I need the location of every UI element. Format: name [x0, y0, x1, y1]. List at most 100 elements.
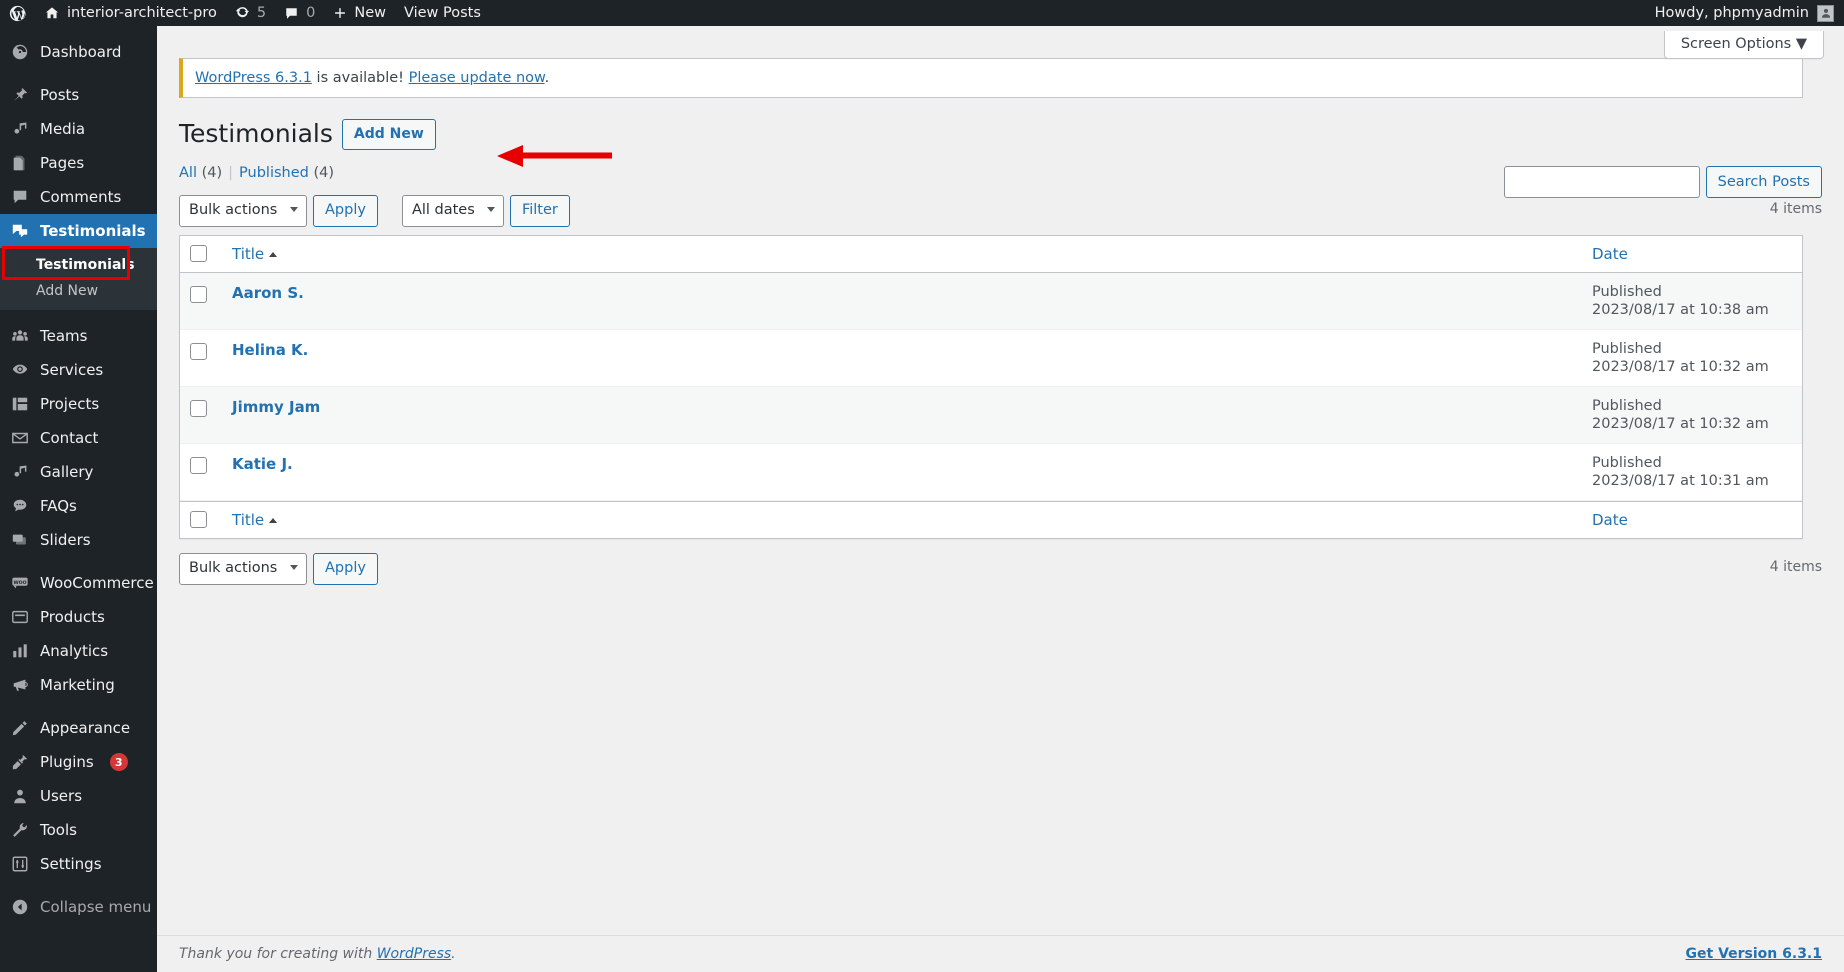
row-title-link[interactable]: Aaron S. — [232, 284, 304, 302]
filter-all-count: (4) — [201, 164, 223, 181]
sidebar-item-services[interactable]: Services — [0, 353, 157, 387]
column-footer-date[interactable]: Date — [1582, 500, 1802, 538]
marketing-icon — [10, 675, 30, 695]
column-header-title[interactable]: Title — [222, 235, 1582, 273]
sidebar-item-sliders[interactable]: Sliders — [0, 523, 157, 557]
sidebar-item-analytics[interactable]: Analytics — [0, 634, 157, 668]
search-input[interactable] — [1503, 166, 1700, 198]
comments-menu[interactable]: 0 — [275, 0, 324, 26]
sidebar-item-marketing[interactable]: Marketing — [0, 668, 157, 702]
sidebar-separator — [0, 881, 157, 890]
row-date-cell: Published 2023/08/17 at 10:31 am — [1582, 444, 1802, 501]
sidebar-item-appearance[interactable]: Appearance — [0, 711, 157, 745]
row-status: Published — [1592, 397, 1662, 414]
sidebar-item-media[interactable]: Media — [0, 112, 157, 146]
sort-date-link-top[interactable]: Date — [1592, 245, 1628, 263]
view-posts-label: View Posts — [404, 5, 481, 21]
media-icon — [10, 119, 30, 139]
select-all-checkbox-top[interactable] — [190, 245, 207, 262]
select-all-checkbox-bottom[interactable] — [190, 511, 207, 528]
account-menu[interactable]: Howdy, phpmyadmin — [1654, 4, 1844, 22]
screen-options-tab[interactable]: Screen Options ▼ — [1663, 31, 1824, 59]
wordpress-link[interactable]: WordPress — [377, 946, 451, 962]
sidebar-item-teams[interactable]: Teams — [0, 319, 157, 353]
bulk-actions-select-top[interactable]: Bulk actions — [179, 194, 307, 227]
bulk-actions-select-bottom[interactable]: Bulk actions — [179, 552, 307, 585]
collapse-menu-button[interactable]: Collapse menu — [0, 890, 157, 924]
wordpress-version-link[interactable]: WordPress 6.3.1 — [195, 70, 312, 86]
sidebar-item-label: Posts — [40, 86, 80, 104]
row-checkbox[interactable] — [190, 285, 207, 303]
row-title-cell: Katie J. — [222, 444, 1582, 501]
sidebar-item-contact[interactable]: Contact — [0, 421, 157, 455]
sort-title-link-top[interactable]: Title — [232, 245, 264, 263]
sidebar-item-tools[interactable]: Tools — [0, 813, 157, 847]
get-version-link[interactable]: Get Version 6.3.1 — [1686, 946, 1822, 962]
filter-all-label[interactable]: All — [179, 165, 197, 181]
sidebar-item-faqs[interactable]: FAQs — [0, 489, 157, 523]
sidebar-item-woocommerce[interactable]: WOO WooCommerce — [0, 566, 157, 600]
update-now-link[interactable]: Please update now — [409, 70, 545, 86]
sort-date-link-bottom[interactable]: Date — [1592, 511, 1628, 529]
row-date-cell: Published 2023/08/17 at 10:38 am — [1582, 272, 1802, 330]
row-checkbox[interactable] — [190, 342, 207, 360]
plus-icon — [333, 6, 347, 20]
annotation-arrow — [497, 145, 612, 167]
row-select-cell — [180, 386, 222, 444]
sidebar-item-label: Analytics — [40, 642, 109, 660]
sidebar-item-dashboard[interactable]: Dashboard — [0, 35, 157, 69]
filter-link-all[interactable]: All (4) — [179, 165, 222, 181]
filter-link-published[interactable]: Published (4) — [239, 165, 334, 181]
filter-published-label[interactable]: Published — [239, 165, 309, 181]
settings-icon — [10, 854, 30, 874]
new-content-menu[interactable]: New — [324, 0, 395, 26]
sidebar-item-label: Plugins — [40, 753, 94, 771]
wp-logo-menu[interactable] — [0, 0, 35, 26]
footer-version: Get Version 6.3.1 — [1686, 946, 1822, 962]
column-header-date[interactable]: Date — [1582, 235, 1802, 273]
sidebar-item-products[interactable]: Products — [0, 600, 157, 634]
sidebar-item-users[interactable]: Users — [0, 779, 157, 813]
woocommerce-icon: WOO — [10, 573, 30, 593]
howdy-label: Howdy, phpmyadmin — [1654, 5, 1809, 21]
row-title-link[interactable]: Katie J. — [232, 455, 293, 473]
sidebar-item-gallery[interactable]: Gallery — [0, 455, 157, 489]
row-title-link[interactable]: Jimmy Jam — [232, 398, 320, 416]
row-checkbox[interactable] — [190, 399, 207, 417]
sidebar-item-label: Pages — [40, 154, 85, 172]
admin-sidebar: Dashboard Posts Media Pages Comments Tes… — [0, 26, 165, 972]
table-row: Jimmy Jam Published 2023/08/17 at 10:32 … — [180, 386, 1802, 444]
submenu-item-testimonials[interactable]: Testimonials — [0, 252, 157, 278]
row-status: Published — [1592, 340, 1662, 357]
apply-button-top[interactable]: Apply — [313, 194, 378, 227]
select-all-footer — [180, 500, 222, 538]
submenu-item-add-new[interactable]: Add New — [0, 278, 157, 304]
sidebar-item-label: Projects — [40, 395, 100, 413]
table-row: Aaron S. Published 2023/08/17 at 10:38 a… — [180, 272, 1802, 330]
sidebar-item-label: Dashboard — [40, 43, 122, 61]
apply-button-bottom[interactable]: Apply — [313, 552, 378, 585]
sidebar-item-comments[interactable]: Comments — [0, 180, 157, 214]
row-title-link[interactable]: Helina K. — [232, 341, 308, 359]
filter-button[interactable]: Filter — [509, 194, 570, 227]
sidebar-item-pages[interactable]: Pages — [0, 146, 157, 180]
updates-menu[interactable]: 5 — [226, 0, 275, 26]
view-posts-link[interactable]: View Posts — [395, 0, 490, 26]
sort-title-link-bottom[interactable]: Title — [232, 511, 264, 529]
date-filter-select[interactable]: All dates — [401, 194, 504, 227]
column-footer-title[interactable]: Title — [222, 500, 1582, 538]
sidebar-item-settings[interactable]: Settings — [0, 847, 157, 881]
search-posts-button[interactable]: Search Posts — [1705, 166, 1822, 198]
sidebar-item-projects[interactable]: Projects — [0, 387, 157, 421]
users-icon — [10, 786, 30, 806]
row-checkbox[interactable] — [190, 456, 207, 474]
sidebar-item-plugins[interactable]: Plugins 3 — [0, 745, 157, 779]
site-name-menu[interactable]: interior-architect-pro — [35, 0, 226, 26]
envelope-icon — [10, 428, 30, 448]
row-status: Published — [1592, 283, 1662, 300]
add-new-button[interactable]: Add New — [341, 118, 436, 150]
updates-count: 5 — [256, 5, 267, 21]
appearance-icon — [10, 718, 30, 738]
sidebar-item-testimonials[interactable]: Testimonials — [0, 214, 165, 248]
sidebar-item-posts[interactable]: Posts — [0, 78, 157, 112]
